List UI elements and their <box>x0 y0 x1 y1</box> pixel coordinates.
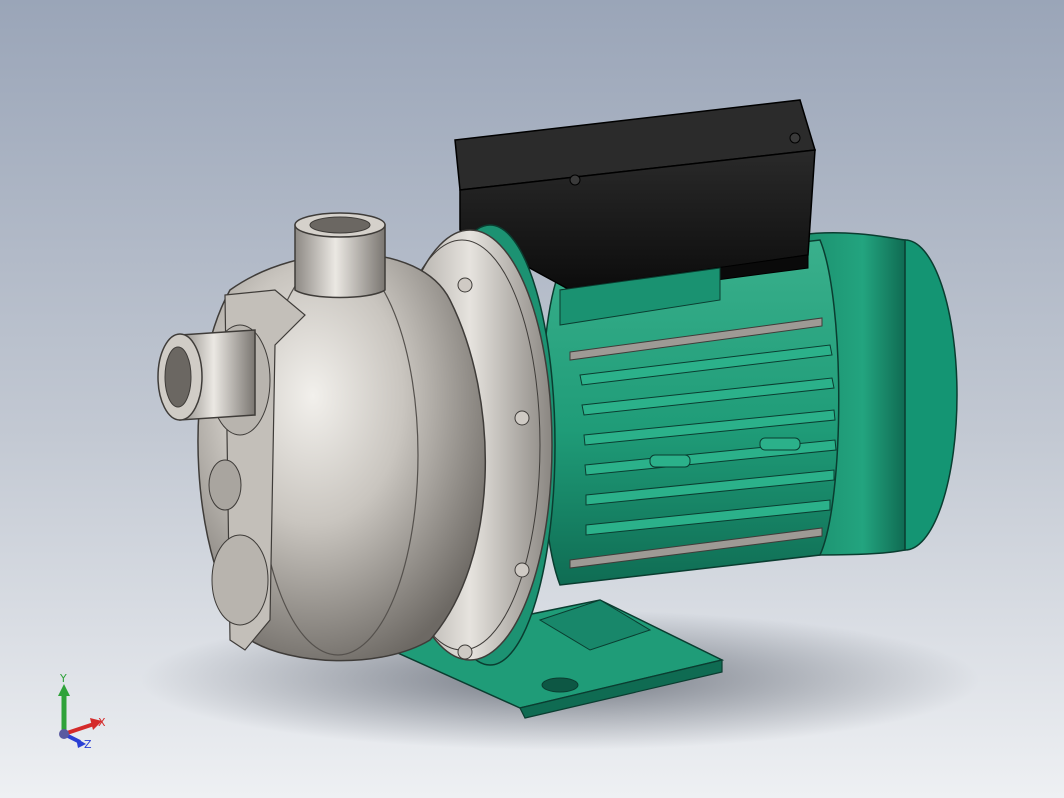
z-axis-label: Z <box>84 738 92 751</box>
y-axis-label: Y <box>59 672 67 685</box>
middle-port <box>208 459 242 511</box>
x-axis-label: X <box>98 716 106 729</box>
discharge-outlet <box>294 212 386 299</box>
pump-housing <box>197 252 487 662</box>
cad-viewport[interactable]: Y X Z <box>0 0 1064 798</box>
pump-model-3d[interactable] <box>0 0 1064 798</box>
foot-bolt-hole <box>541 677 579 693</box>
axis-triad: Y X Z <box>58 672 106 751</box>
drain-port <box>211 534 269 626</box>
suction-inlet <box>157 329 256 421</box>
